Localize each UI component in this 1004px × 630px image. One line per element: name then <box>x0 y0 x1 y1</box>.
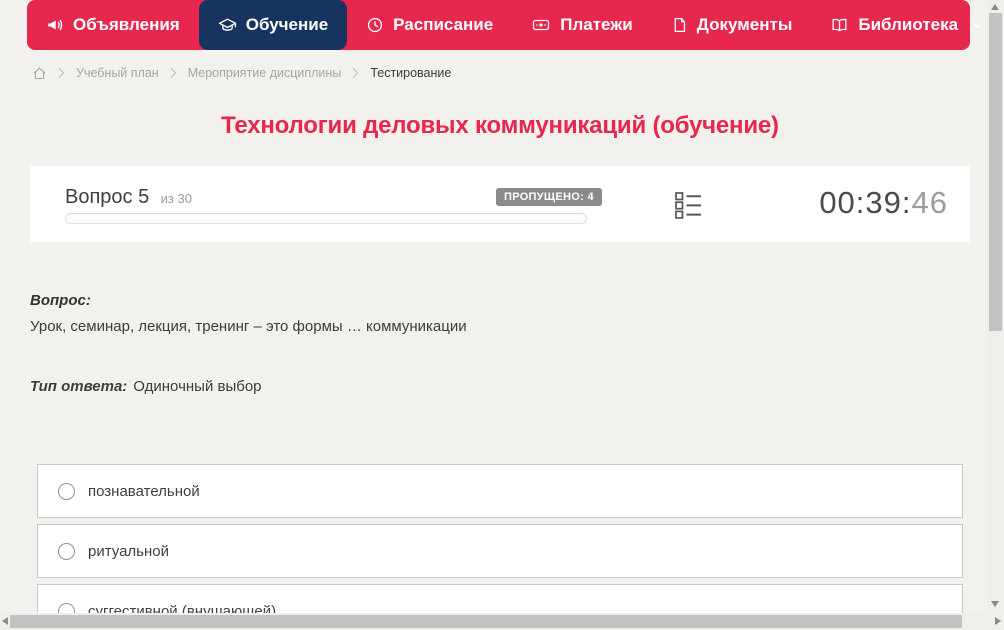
nav-item-label: Библиотека <box>858 15 959 34</box>
nav-item-announcements[interactable]: Объявления <box>27 0 199 50</box>
answer-type-value: Одиночный выбор <box>133 378 262 395</box>
timer-hhmm: 00:39: <box>819 185 912 220</box>
question-text: Урок, семинар, лекция, тренинг – это фор… <box>30 318 467 335</box>
nav-item-label: Платежи <box>560 15 633 34</box>
question-counter: Вопрос 5 из 30 <box>65 186 192 209</box>
radio-button[interactable] <box>58 482 75 500</box>
nav-item-schedule[interactable]: Расписание <box>347 0 512 50</box>
chevron-down-icon <box>971 19 984 32</box>
nav-item-label: Документы <box>696 15 793 34</box>
vertical-scrollbar[interactable] <box>987 0 1004 613</box>
page-title: Технологии деловых коммуникаций (обучени… <box>221 112 779 139</box>
progress-bar <box>65 213 587 224</box>
horizontal-scrollbar[interactable] <box>0 613 1004 630</box>
nav-item-label: Объявления <box>73 15 180 34</box>
question-list-icon[interactable] <box>675 191 702 225</box>
open-book-icon <box>830 16 849 34</box>
graduation-cap-icon <box>218 16 237 35</box>
nav-item-library[interactable]: Библиотека <box>811 0 1003 50</box>
question-number: Вопрос 5 <box>65 186 150 208</box>
breadcrumb-item-curriculum[interactable]: Учебный план <box>76 66 159 80</box>
megaphone-icon <box>46 16 64 34</box>
breadcrumb-item-testing: Тестирование <box>370 66 452 80</box>
answer-option-label: познавательной <box>88 482 200 500</box>
nav-item-documents[interactable]: Документы <box>652 0 812 50</box>
nav-item-learning[interactable]: Обучение <box>198 0 348 50</box>
nav-item-label: Обучение <box>245 15 329 34</box>
banknote-icon <box>531 16 551 34</box>
chevron-right-icon <box>351 67 360 79</box>
scroll-left-arrow-icon[interactable] <box>2 617 8 625</box>
answer-option-2[interactable]: ритуальной <box>37 524 963 578</box>
chevron-right-icon <box>169 67 178 79</box>
home-icon[interactable] <box>32 66 47 81</box>
timer-seconds: 46 <box>911 185 948 220</box>
vertical-scrollbar-thumb[interactable] <box>989 13 1002 331</box>
question-total: из 30 <box>160 191 192 206</box>
skipped-badge: ПРОПУЩЕНО: 4 <box>496 188 602 206</box>
chevron-right-icon <box>57 67 66 79</box>
app-window: Объявления Обучение Расписание Платежи Д… <box>0 0 1004 630</box>
breadcrumb: Учебный план Мероприятие дисциплины Тест… <box>32 62 451 84</box>
scroll-right-arrow-icon[interactable] <box>995 617 1001 625</box>
scroll-up-arrow-icon[interactable] <box>991 4 999 10</box>
answer-option-1[interactable]: познавательной <box>37 464 963 518</box>
quiz-header-card: Вопрос 5 из 30 ПРОПУЩЕНО: 4 00:39:46 <box>30 166 970 242</box>
answer-type-row: Тип ответа: Одиночный выбор <box>30 378 262 395</box>
scroll-down-arrow-icon[interactable] <box>991 601 999 607</box>
answer-type-label: Тип ответа: <box>30 378 128 395</box>
question-heading: Вопрос: <box>30 292 91 309</box>
timer: 00:39:46 <box>819 185 948 221</box>
nav-item-label: Расписание <box>393 15 494 34</box>
breadcrumb-item-discipline-event[interactable]: Мероприятие дисциплины <box>188 66 342 80</box>
nav-item-payments[interactable]: Платежи <box>512 0 652 50</box>
document-icon <box>671 16 688 34</box>
clock-icon <box>366 16 384 34</box>
top-navigation: Объявления Обучение Расписание Платежи Д… <box>27 0 982 50</box>
radio-button[interactable] <box>58 542 75 560</box>
horizontal-scrollbar-thumb[interactable] <box>10 615 962 628</box>
answer-option-label: ритуальной <box>88 542 170 560</box>
